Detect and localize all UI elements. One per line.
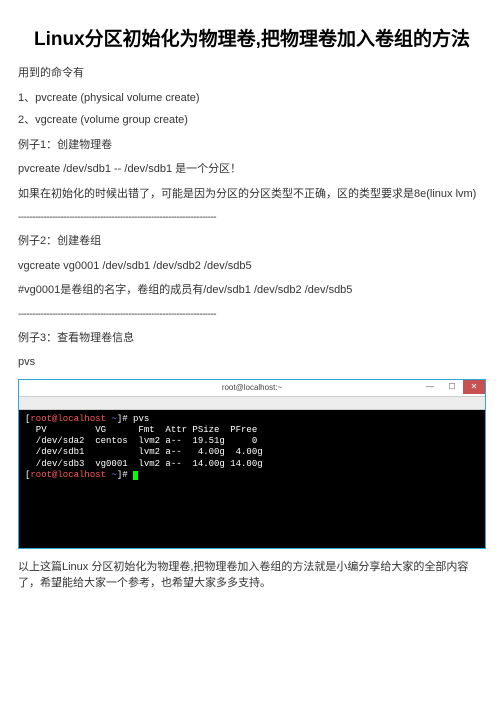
example-2-cmd: vgcreate vg0001 /dev/sdb1 /dev/sdb2 /dev… [18, 258, 486, 275]
window-title: root@localhost:~ [222, 383, 282, 392]
example-3-title: 例子3：查看物理卷信息 [18, 330, 486, 347]
window-controls: — ☐ ✕ [419, 380, 485, 396]
separator: ----------------------------------------… [18, 210, 486, 225]
example-1-cmd: pvcreate /dev/sdb1 -- /dev/sdb1 是一个分区！ [18, 161, 486, 178]
example-2-note: #vg0001是卷组的名字，卷组的成员有/dev/sdb1 /dev/sdb2 … [18, 282, 486, 299]
output-header: PV VG Fmt Attr PSize PFree [25, 425, 257, 435]
prompt-symbol: ]# [117, 470, 133, 480]
command-text: pvs [133, 414, 149, 424]
close-button[interactable]: ✕ [463, 380, 485, 394]
example-1-title: 例子1：创建物理卷 [18, 137, 486, 154]
output-row: /dev/sdb3 vg0001 lvm2 a-- 14.00g 14.00g [25, 459, 263, 469]
menu-bar [19, 397, 485, 410]
conclusion-text: 以上这篇Linux 分区初始化为物理卷,把物理卷加入卷组的方法就是小编分享给大家… [18, 559, 486, 592]
page-title: Linux分区初始化为物理卷,把物理卷加入卷组的方法 [18, 24, 486, 51]
example-2-title: 例子2：创建卷组 [18, 233, 486, 250]
intro-text: 用到的命令有 [18, 65, 486, 82]
title-bar: root@localhost:~ — ☐ ✕ [19, 380, 485, 397]
example-1-note: 如果在初始化的时候出错了，可能是因为分区的分区类型不正确，区的类型要求是8e(l… [18, 186, 486, 203]
cursor-icon [133, 471, 138, 480]
command-1: 1、pvcreate (physical volume create) [18, 90, 486, 107]
maximize-button[interactable]: ☐ [441, 380, 463, 394]
command-2: 2、vgcreate (volume group create) [18, 112, 486, 129]
minimize-button[interactable]: — [419, 380, 441, 394]
prompt-user: root@localhost [30, 414, 106, 424]
prompt-symbol: ]# [117, 414, 133, 424]
separator: ----------------------------------------… [18, 307, 486, 322]
output-row: /dev/sda2 centos lvm2 a-- 19.51g 0 [25, 436, 257, 446]
output-row: /dev/sdb1 lvm2 a-- 4.00g 4.00g [25, 447, 263, 457]
prompt-user: root@localhost [30, 470, 106, 480]
terminal-body[interactable]: [root@localhost ~]# pvs PV VG Fmt Attr P… [19, 410, 485, 548]
example-3-cmd: pvs [18, 354, 486, 371]
terminal-window: root@localhost:~ — ☐ ✕ [root@localhost ~… [18, 379, 486, 549]
